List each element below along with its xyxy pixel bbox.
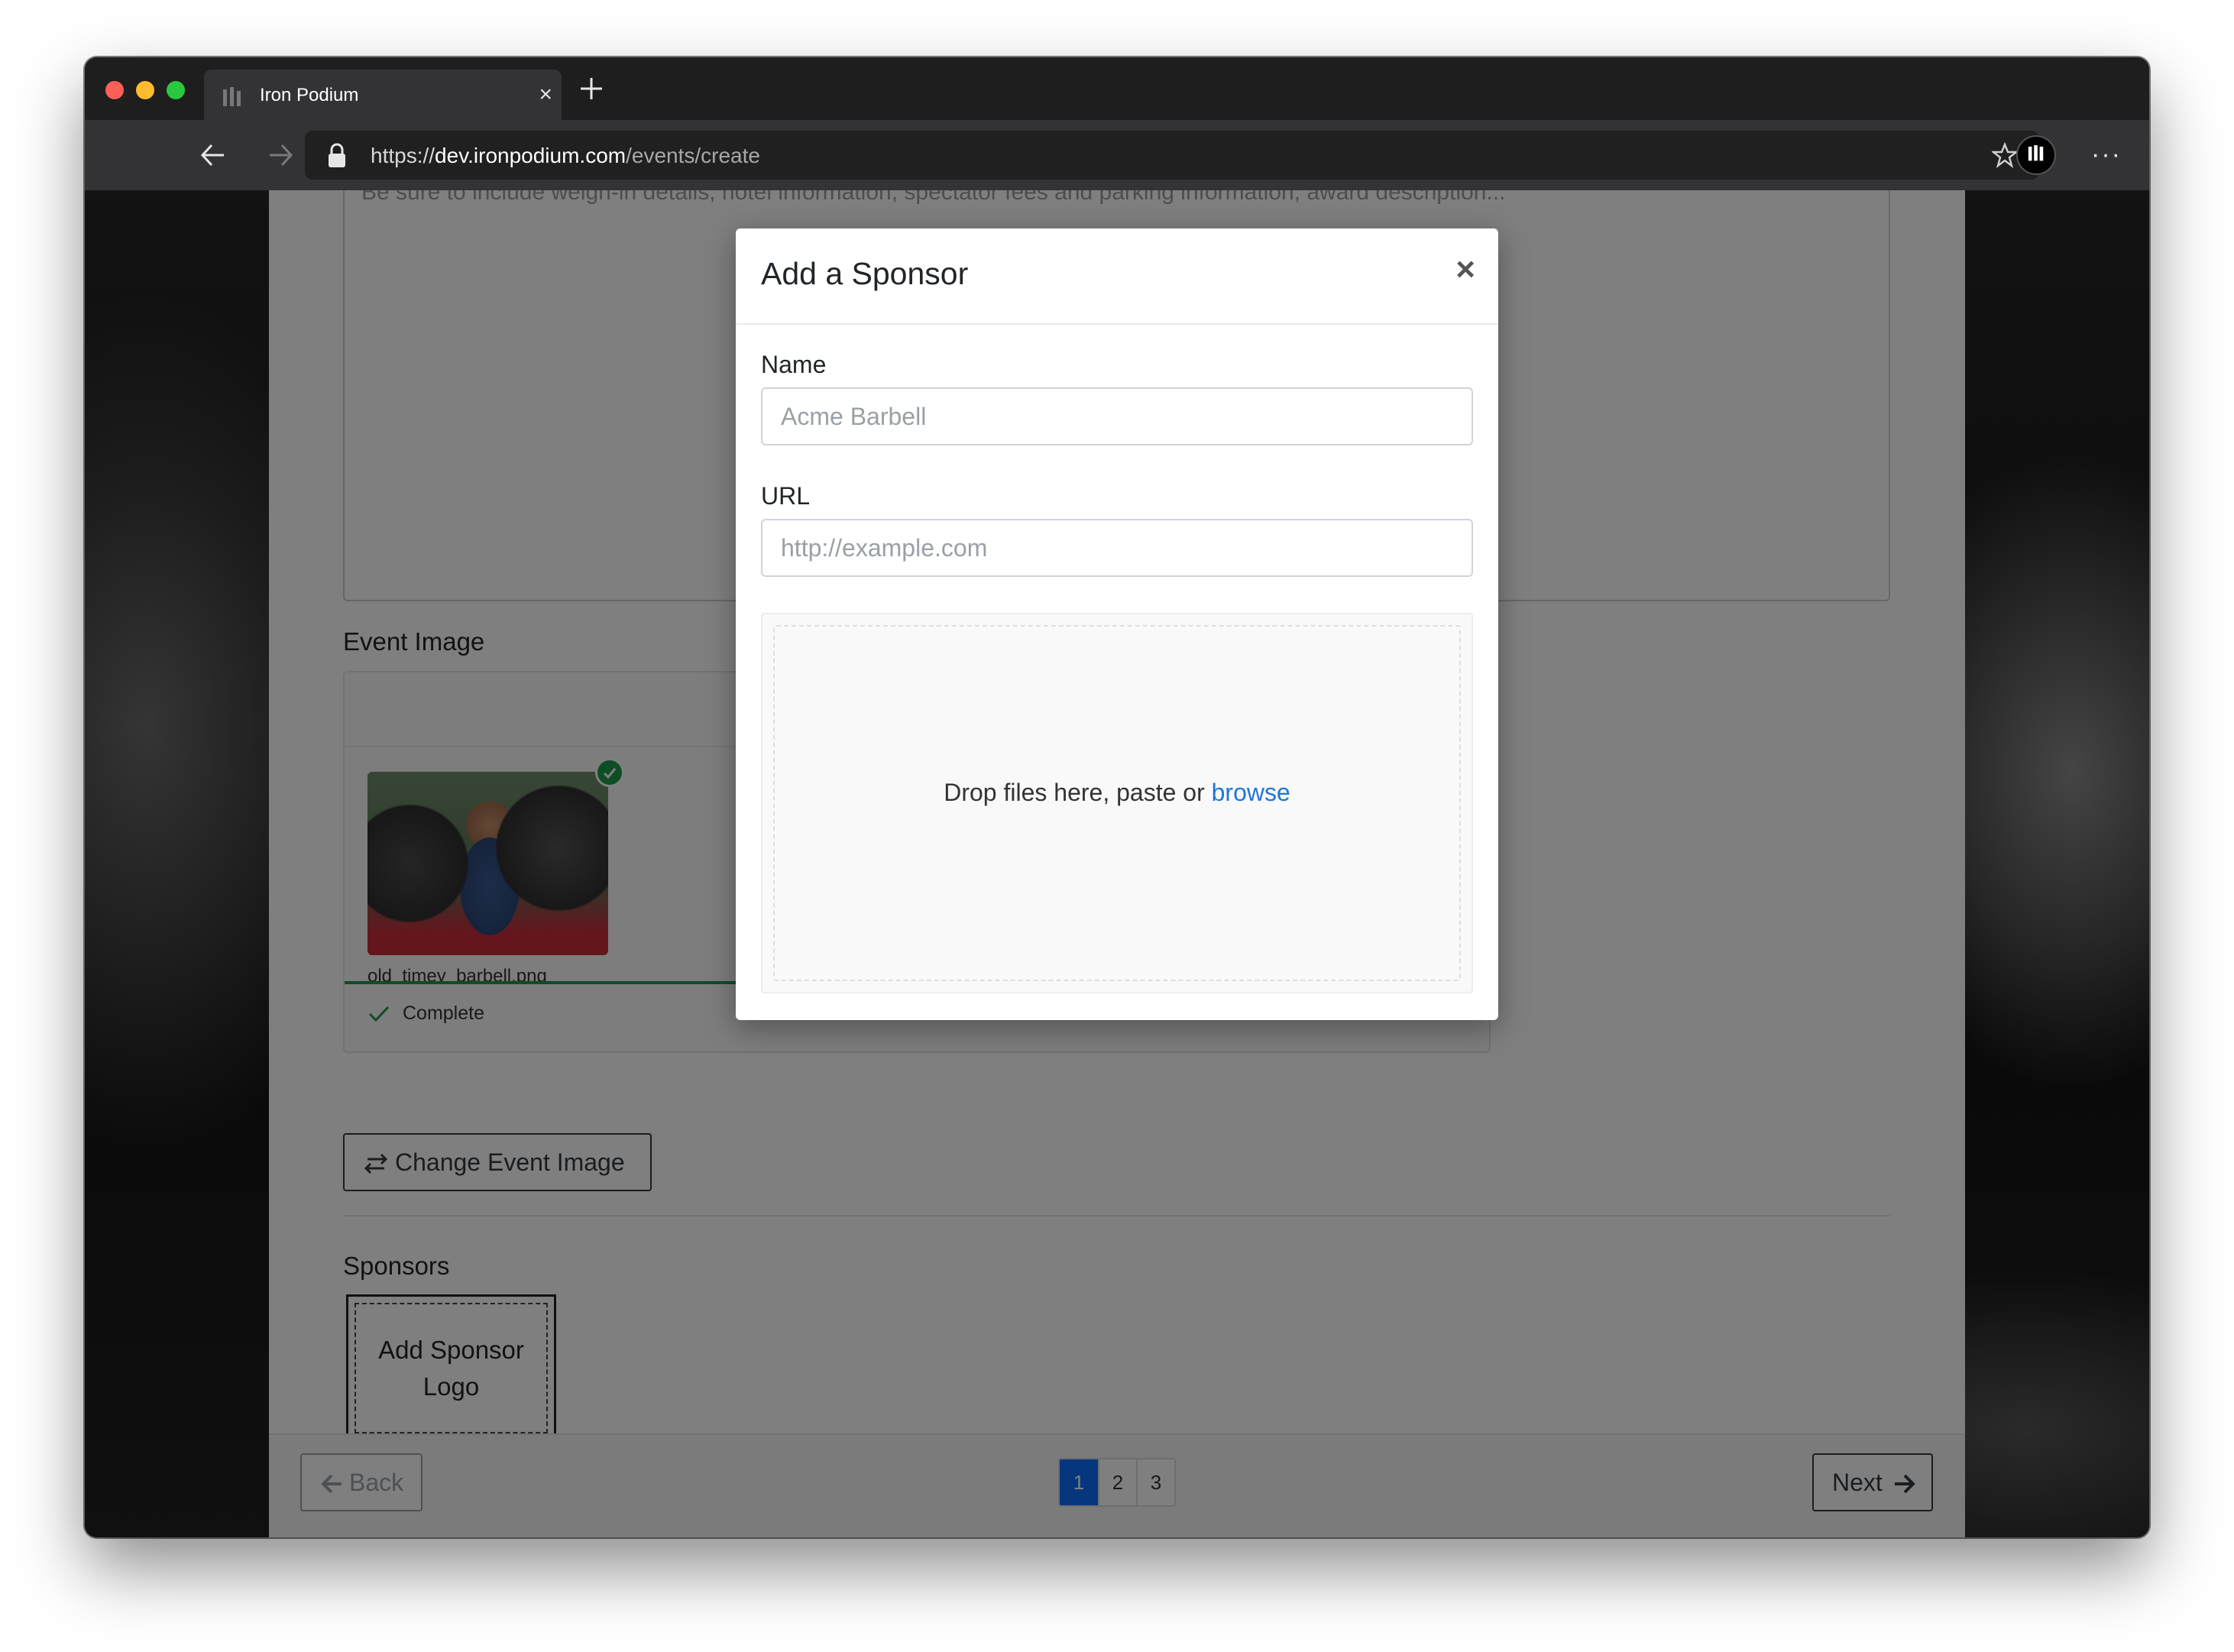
close-window-button[interactable]	[105, 81, 124, 99]
add-sponsor-modal: Add a Sponsor × Name URL Drop files here…	[736, 228, 1498, 1020]
modal-header: Add a Sponsor ×	[736, 228, 1498, 325]
sponsor-name-input[interactable]	[761, 387, 1473, 445]
modal-title: Add a Sponsor	[761, 256, 969, 291]
url-label: URL	[761, 482, 811, 510]
extension-avatar-icon[interactable]	[2016, 135, 2056, 175]
address-bar[interactable]: https://dev.ironpodium.com/events/create	[305, 131, 2039, 180]
browser-tab[interactable]: Iron Podium ×	[204, 70, 562, 120]
url-host: dev.ironpodium.com	[435, 144, 626, 167]
url-path: /events/create	[626, 144, 760, 167]
browser-toolbar: https://dev.ironpodium.com/events/create…	[85, 120, 2149, 190]
more-dots-icon[interactable]: ···	[2091, 140, 2122, 170]
lock-icon	[329, 143, 345, 167]
browser-window: Iron Podium × https://dev.ironpodium.com…	[85, 57, 2149, 1537]
arrow-right-icon[interactable]	[264, 138, 297, 172]
page-viewport: Be sure to include weigh-in details, hot…	[85, 190, 2149, 1537]
title-bar: Iron Podium ×	[85, 57, 2149, 120]
url-scheme: https://	[371, 144, 435, 167]
sponsor-url-input[interactable]	[761, 519, 1473, 577]
new-tab-icon[interactable]	[574, 71, 609, 106]
arrow-left-icon[interactable]	[196, 138, 230, 172]
maximize-window-button[interactable]	[167, 81, 185, 99]
star-icon[interactable]	[1992, 142, 2018, 168]
browse-link[interactable]: browse	[1212, 779, 1290, 806]
name-label: Name	[761, 351, 827, 378]
minimize-window-button[interactable]	[136, 81, 154, 99]
tab-title: Iron Podium	[260, 85, 359, 105]
drop-instructions: Drop files here, paste or	[944, 779, 1205, 806]
dropzone-text: Drop files here, paste or browse	[762, 779, 1472, 807]
tab-close-icon[interactable]: ×	[539, 83, 552, 106]
logo-dropzone[interactable]: Drop files here, paste or browse	[761, 613, 1473, 993]
url-text[interactable]: https://dev.ironpodium.com/events/create	[371, 144, 760, 168]
close-icon[interactable]: ×	[1455, 253, 1475, 287]
iron-podium-favicon-icon	[223, 87, 241, 106]
